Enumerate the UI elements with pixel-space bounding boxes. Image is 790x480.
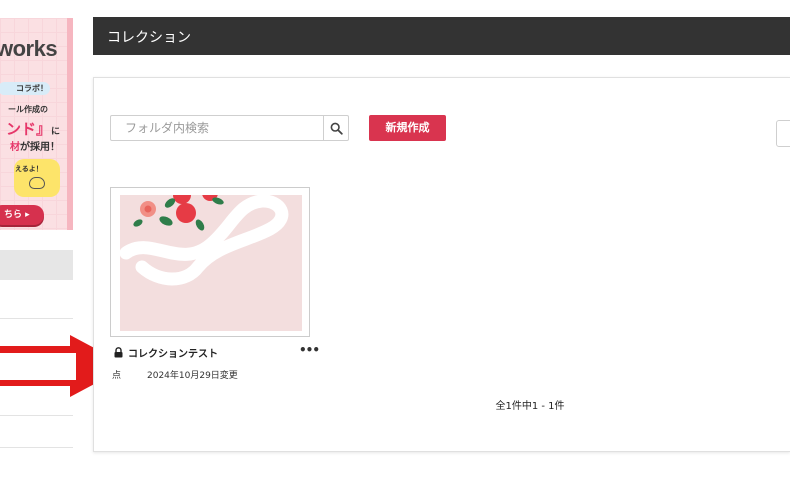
collection-modified-date: 2024年10月29日変更 (147, 371, 238, 381)
ad-text-line3-prefix: 材 (10, 142, 20, 153)
pagination-summary: 全1件中1 - 1件 (495, 401, 565, 412)
page-title: コレクション (107, 30, 191, 46)
ad-brand: works (0, 36, 58, 61)
ad-text-line2-suffix: に (51, 127, 61, 137)
view-toggle-button[interactable] (776, 120, 790, 147)
folder-search-input[interactable] (110, 115, 324, 141)
sidebar-divider (0, 318, 73, 319)
sidebar-divider (0, 415, 73, 416)
ad-collab-badge: コラボ！ (0, 82, 50, 95)
collection-thumbnail-image (120, 195, 302, 331)
ad-text-line1: ール作成の (8, 105, 48, 114)
collection-title[interactable]: コレクションテスト (128, 345, 218, 360)
search-button[interactable] (323, 115, 349, 141)
page-header: コレクション (93, 17, 790, 55)
ad-cta-button[interactable]: ちら ▸ (0, 205, 44, 225)
search-icon (330, 122, 343, 135)
sidebar-item-active[interactable] (0, 250, 73, 280)
lock-icon (114, 347, 123, 358)
ad-text-line2-main: ンド』 (6, 120, 52, 138)
ad-text-line3-suffix: が採用！ (20, 142, 60, 153)
sidebar-divider (0, 447, 73, 448)
new-collection-button[interactable]: 新規作成 (369, 115, 446, 141)
ad-banner[interactable]: works コラボ！ ール作成の ンド』に 材が採用！ えるよ！ ちら ▸ (0, 18, 73, 230)
collection-thumbnail[interactable] (110, 187, 310, 337)
ad-text-line2: ンド』に (6, 118, 60, 139)
elephant-icon (29, 177, 45, 189)
ad-bubble-text: えるよ！ (15, 165, 43, 173)
collection-owner: 点 (112, 371, 122, 381)
ad-text-line3: 材が採用！ (10, 138, 60, 153)
more-dots-icon[interactable]: ••• (299, 343, 320, 357)
